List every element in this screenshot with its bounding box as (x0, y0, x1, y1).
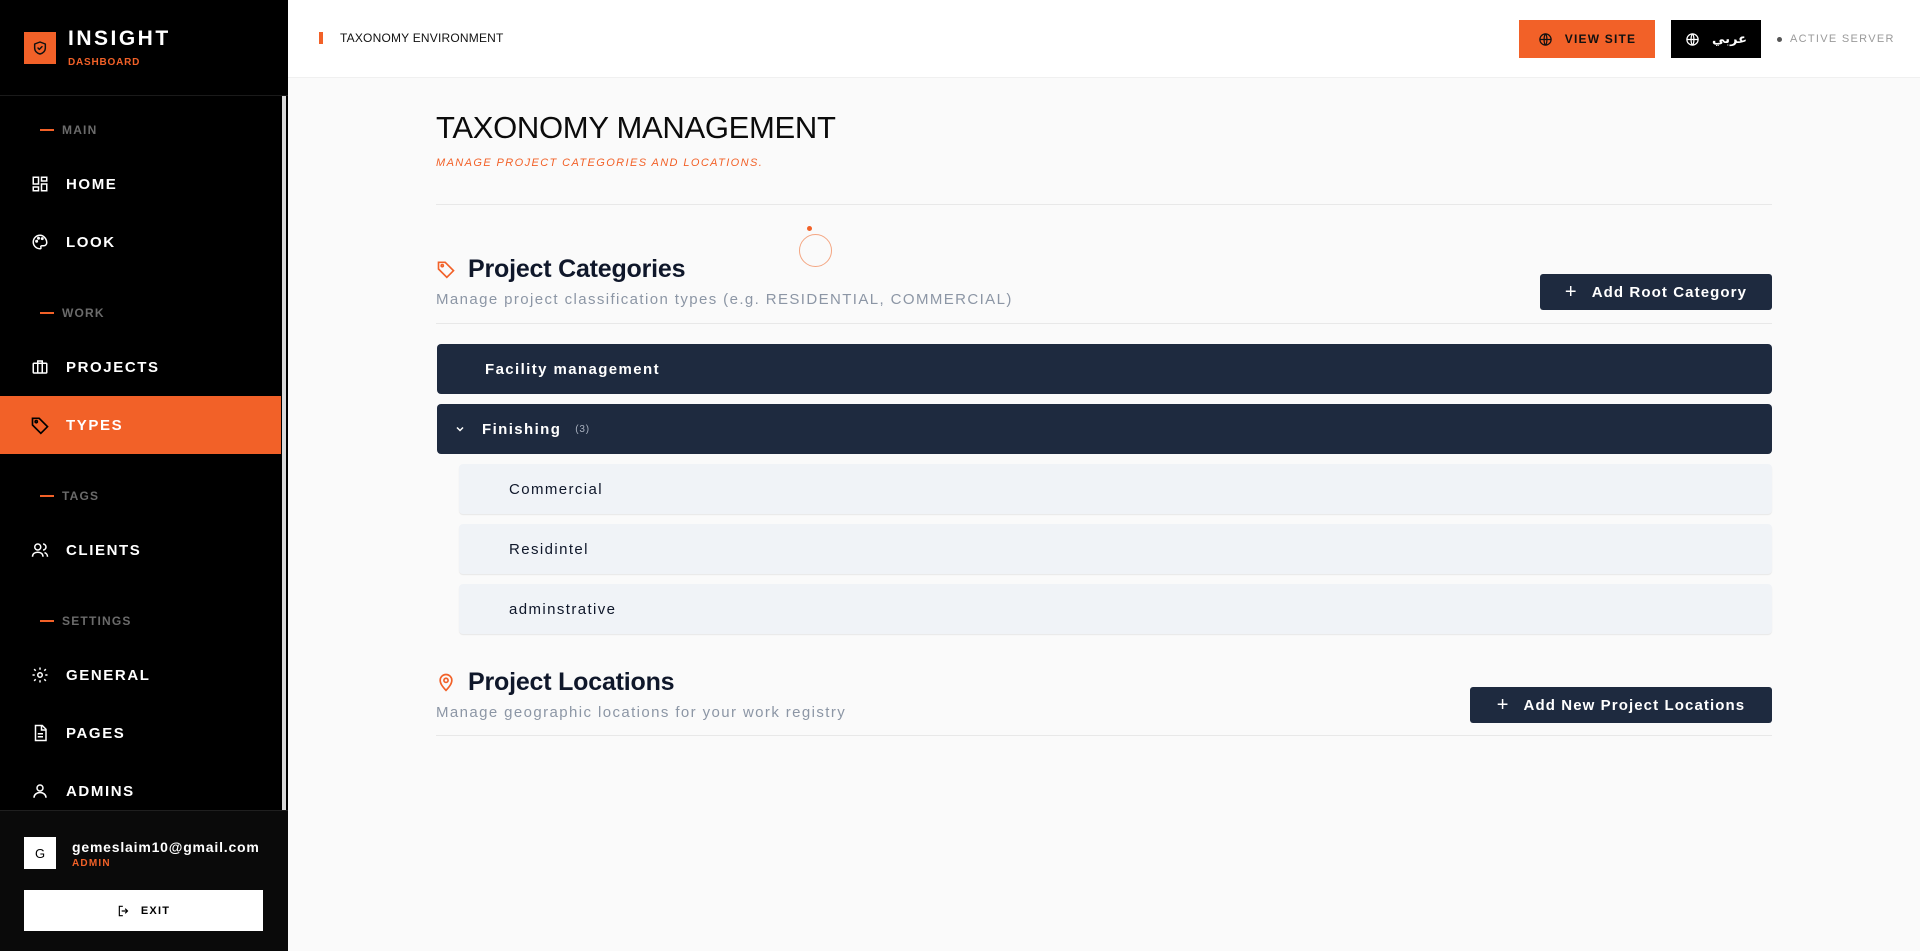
nav-section-tags: TAGS (40, 489, 99, 503)
nav-section-settings: SETTINGS (40, 614, 132, 628)
categories-title: Project Categories (468, 255, 686, 283)
globe-icon (1538, 32, 1553, 47)
sidebar-item-label: TYPES (66, 416, 124, 434)
user-email: gemeslaim10@gmail.com (72, 839, 260, 855)
globe-icon (1685, 32, 1700, 47)
language-label: عربي (1711, 31, 1747, 46)
header-divider (436, 204, 1772, 205)
nav-section-label: WORK (62, 306, 105, 320)
chevron-down-icon[interactable] (454, 423, 468, 435)
tag-icon (30, 415, 50, 435)
user-role: ADMIN (72, 858, 111, 869)
sidebar-item-clients[interactable]: CLIENTS (0, 521, 281, 579)
plus-icon: + (1564, 281, 1578, 303)
sidebar-item-label: ADMINS (66, 782, 135, 800)
brand-subtitle: DASHBOARD (68, 57, 141, 68)
sidebar-item-home[interactable]: HOME (0, 155, 281, 213)
brand-title: INSIGHT (68, 27, 171, 50)
exit-button[interactable]: EXIT (24, 890, 263, 931)
plus-icon: + (1496, 694, 1510, 716)
map-pin-icon (436, 672, 456, 692)
sidebar-nav: MAIN HOME LOOK WORK PROJECTS TYPES TAGS … (0, 96, 288, 810)
sidebar-item-label: CLIENTS (66, 541, 142, 559)
sidebar-item-label: PAGES (66, 724, 126, 742)
user-icon (30, 781, 50, 801)
sidebar-item-look[interactable]: LOOK (0, 213, 281, 271)
add-root-category-label: Add Root Category (1591, 283, 1748, 301)
category-name: Facility management (485, 360, 660, 378)
nav-section-main: MAIN (40, 123, 97, 137)
add-project-location-button[interactable]: + Add New Project Locations (1470, 687, 1772, 723)
sidebar-item-pages[interactable]: PAGES (0, 704, 281, 762)
subcategory-row-residintel[interactable]: Residintel (459, 524, 1772, 574)
server-status: ACTIVE SERVER (1777, 33, 1895, 45)
nav-section-work: WORK (40, 306, 105, 320)
add-project-location-label: Add New Project Locations (1523, 696, 1746, 714)
exit-label: EXIT (140, 904, 171, 917)
env-marker (319, 32, 323, 44)
page-title: TAXONOMY MANAGEMENT (436, 110, 836, 145)
shield-icon (24, 31, 56, 64)
briefcase-icon (30, 357, 50, 377)
subcategory-name: adminstrative (509, 600, 617, 618)
page-subtitle: MANAGE PROJECT CATEGORIES AND LOCATIONS. (436, 157, 764, 169)
sidebar-item-label: LOOK (66, 233, 116, 251)
logout-icon (117, 904, 131, 918)
gear-icon (30, 665, 50, 685)
locations-divider (436, 735, 1772, 736)
sidebar-scrollbar[interactable] (282, 96, 286, 810)
status-dot (1777, 36, 1782, 42)
nav-section-label: TAGS (62, 489, 100, 503)
child-count-badge: (3) (575, 423, 590, 435)
server-status-label: ACTIVE SERVER (1790, 33, 1895, 45)
dashboard-icon (30, 174, 50, 194)
user-panel: G gemeslaim10@gmail.com ADMIN EXIT (0, 810, 288, 951)
avatar[interactable]: G (24, 837, 56, 869)
sidebar: INSIGHT DASHBOARD MAIN HOME LOOK WORK PR… (0, 0, 288, 951)
subcategory-name: Commercial (509, 480, 604, 498)
loading-indicator-ring (799, 234, 832, 267)
category-name: Finishing (482, 420, 562, 438)
view-site-button[interactable]: VIEW SITE (1519, 20, 1655, 58)
sidebar-item-types[interactable]: TYPES (0, 396, 281, 454)
subcategory-row-commercial[interactable]: Commercial (459, 464, 1772, 514)
loading-indicator-dot (807, 226, 812, 231)
category-row-facility-management[interactable]: Facility management (437, 344, 1772, 394)
file-icon (30, 723, 50, 743)
subcategory-row-adminstrative[interactable]: adminstrative (459, 584, 1772, 634)
language-toggle-button[interactable]: عربي (1671, 20, 1761, 58)
sidebar-item-projects[interactable]: PROJECTS (0, 338, 281, 396)
users-icon (30, 540, 50, 560)
subcategory-name: Residintel (509, 540, 589, 558)
add-root-category-button[interactable]: + Add Root Category (1540, 274, 1772, 310)
locations-title: Project Locations (468, 668, 675, 696)
topbar: TAXONOMY ENVIRONMENT VIEW SITE عربي ACTI… (288, 0, 1920, 78)
sidebar-item-label: GENERAL (66, 666, 151, 684)
nav-section-label: SETTINGS (62, 614, 132, 628)
palette-icon (30, 232, 50, 252)
categories-subtitle: Manage project classification types (e.g… (436, 291, 1013, 308)
sidebar-item-label: PROJECTS (66, 358, 160, 376)
sidebar-item-general[interactable]: GENERAL (0, 646, 281, 704)
brand[interactable]: INSIGHT DASHBOARD (0, 0, 288, 96)
locations-subtitle: Manage geographic locations for your wor… (436, 704, 847, 721)
category-row-finishing[interactable]: Finishing (3) (437, 404, 1772, 454)
tag-icon (436, 259, 456, 279)
nav-section-label: MAIN (62, 123, 98, 137)
env-label: TAXONOMY ENVIRONMENT (340, 31, 504, 45)
view-site-label: VIEW SITE (1564, 32, 1637, 46)
categories-divider (436, 323, 1772, 324)
sidebar-item-label: HOME (66, 175, 118, 193)
